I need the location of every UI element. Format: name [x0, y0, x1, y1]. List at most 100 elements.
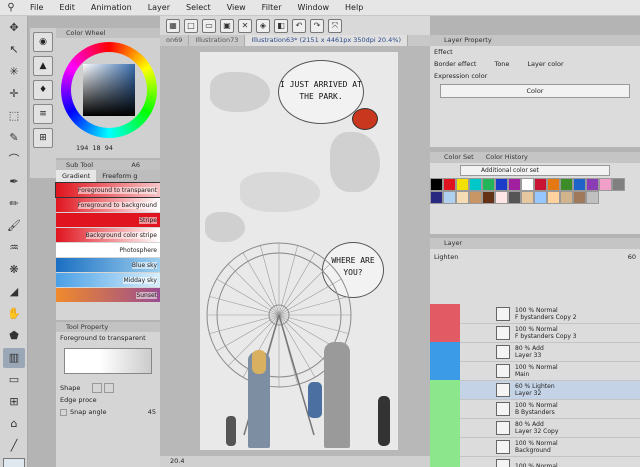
color-swatch[interactable]: [508, 178, 521, 191]
eraser-icon[interactable]: ◢: [3, 282, 25, 302]
menu-edit[interactable]: Edit: [51, 3, 83, 12]
color-swatch[interactable]: [573, 191, 586, 204]
gradient-preset-item[interactable]: Photosphere: [56, 243, 160, 257]
camera-icon[interactable]: ◉: [33, 32, 53, 52]
layer-visibility-icon[interactable]: [430, 360, 460, 382]
airbrush-icon[interactable]: ♒: [3, 238, 25, 258]
drop-icon[interactable]: ▲: [33, 56, 53, 76]
swatch-grid-icon[interactable]: ⊞: [33, 128, 53, 148]
menu-select[interactable]: Select: [178, 3, 219, 12]
move-layer-icon[interactable]: ✛: [3, 84, 25, 104]
menu-window[interactable]: Window: [289, 3, 337, 12]
layer-row[interactable]: 60 % Lighten Layer 32: [430, 379, 640, 401]
color-swatch[interactable]: [547, 178, 560, 191]
pen-tool-icon[interactable]: ✒: [3, 172, 25, 192]
gradient-preset-item[interactable]: Stripe: [56, 213, 160, 227]
snap-value[interactable]: 45: [148, 408, 156, 416]
layer-row[interactable]: 100 % Normal F bystanders Copy 3: [430, 322, 640, 344]
open-folder-icon[interactable]: ▭: [202, 18, 216, 33]
app-logo-icon[interactable]: ⚲: [0, 2, 22, 13]
main-color-icon[interactable]: [3, 458, 25, 467]
color-swatch[interactable]: [560, 191, 573, 204]
color-swatch[interactable]: [586, 178, 599, 191]
color-swatch[interactable]: [586, 191, 599, 204]
gradient-tool-icon[interactable]: ▥: [3, 348, 25, 368]
balloon-tool-icon[interactable]: ⌂: [3, 414, 25, 434]
layer-row[interactable]: 100 % Normal: [430, 455, 640, 467]
fill-tool-icon[interactable]: ⬟: [3, 326, 25, 346]
shape-circle-icon[interactable]: [104, 383, 115, 393]
gradient-preset-item[interactable]: Foreground to transparent: [55, 182, 161, 198]
color-swatch[interactable]: [495, 191, 508, 204]
gradient-preset-item[interactable]: Foreground to background: [56, 198, 160, 212]
layer-row[interactable]: 100 % Normal Background: [430, 436, 640, 458]
gradient-preset-item[interactable]: Background color stripe: [56, 228, 160, 242]
color-swatch[interactable]: [443, 191, 456, 204]
blend-mode-select[interactable]: Lighten: [434, 253, 458, 261]
tab-canvas-2[interactable]: Illustration73: [189, 35, 246, 46]
color-swatch[interactable]: [456, 178, 469, 191]
brush-tool-icon[interactable]: 🖌: [3, 216, 25, 236]
layer-visibility-icon[interactable]: [430, 379, 460, 401]
eyedropper-icon[interactable]: ⌒: [3, 150, 25, 170]
menu-layer[interactable]: Layer: [140, 3, 178, 12]
saturation-value-square[interactable]: [83, 64, 135, 116]
color-swatch[interactable]: [599, 178, 612, 191]
shape-linear-icon[interactable]: [92, 383, 103, 393]
tab-canvas-1[interactable]: on69: [160, 35, 190, 46]
layer-row[interactable]: 100 % Normal Main: [430, 360, 640, 382]
color-swatch[interactable]: [469, 191, 482, 204]
color-swatch[interactable]: [521, 191, 534, 204]
move-tool-icon[interactable]: ↖: [3, 40, 25, 60]
tab-color-set[interactable]: Color Set: [444, 152, 474, 163]
color-swatch[interactable]: [612, 178, 625, 191]
frame-tool-icon[interactable]: ⊞: [3, 392, 25, 412]
tab-gradient[interactable]: Gradient: [56, 170, 97, 182]
ruler-tool-icon[interactable]: ╱: [3, 436, 25, 456]
tab-freeform[interactable]: Freeform g: [96, 170, 143, 182]
gradient-preview[interactable]: [64, 348, 152, 374]
gradient-preset-item[interactable]: Midday sky: [56, 273, 160, 287]
layer-row[interactable]: 80 % Add Layer 33: [430, 341, 640, 363]
blend-tool-icon[interactable]: ✋: [3, 304, 25, 324]
pencil-tool-icon[interactable]: ✏: [3, 194, 25, 214]
transform-icon[interactable]: ⤧: [328, 18, 342, 33]
color-swatch[interactable]: [482, 178, 495, 191]
tone-button[interactable]: Tone: [494, 60, 509, 68]
menu-file[interactable]: File: [22, 3, 51, 12]
snap-checkbox[interactable]: [60, 408, 67, 416]
fill-icon[interactable]: ◧: [274, 18, 288, 33]
layer-color-button[interactable]: Layer color: [527, 60, 563, 68]
undo-icon[interactable]: ↶: [292, 18, 306, 33]
illustration-canvas[interactable]: I JUST ARRIVED AT THE PARK. WHERE ARE YO…: [200, 52, 398, 450]
border-effect-button[interactable]: Border effect: [434, 60, 476, 68]
save-icon[interactable]: ▣: [220, 18, 234, 33]
layer-visibility-icon[interactable]: [430, 303, 460, 325]
close-icon[interactable]: ✕: [238, 18, 252, 33]
clear-icon[interactable]: ◈: [256, 18, 270, 33]
color-swatch[interactable]: [573, 178, 586, 191]
eyedrop-dock-icon[interactable]: ♦: [33, 80, 53, 100]
color-swatch[interactable]: [534, 191, 547, 204]
grid-icon[interactable]: ▦: [166, 18, 180, 33]
decoration-icon[interactable]: ❋: [3, 260, 25, 280]
redo-icon[interactable]: ↷: [310, 18, 324, 33]
menu-filter[interactable]: Filter: [254, 3, 290, 12]
selection-tool-icon[interactable]: ⬚: [3, 106, 25, 126]
gradient-preset-item[interactable]: Blue sky: [56, 258, 160, 272]
menu-animation[interactable]: Animation: [83, 3, 140, 12]
layer-visibility-icon[interactable]: [430, 398, 460, 420]
layer-row[interactable]: 100 % Normal F bystanders Copy 2: [430, 303, 640, 325]
new-canvas-icon[interactable]: □: [184, 18, 198, 33]
opacity-value[interactable]: 60: [628, 253, 636, 261]
operation-tool-icon[interactable]: ✳: [3, 62, 25, 82]
layer-visibility-icon[interactable]: [430, 436, 460, 458]
layer-row[interactable]: 100 % Normal B Bystanders: [430, 398, 640, 420]
color-swatch[interactable]: [482, 191, 495, 204]
menu-help[interactable]: Help: [337, 3, 371, 12]
figure-tool-icon[interactable]: ▭: [3, 370, 25, 390]
gradient-preset-item[interactable]: Sunset: [56, 288, 160, 302]
color-set-select[interactable]: Additional color set: [460, 165, 610, 176]
color-swatch[interactable]: [547, 191, 560, 204]
color-swatch[interactable]: [521, 178, 534, 191]
